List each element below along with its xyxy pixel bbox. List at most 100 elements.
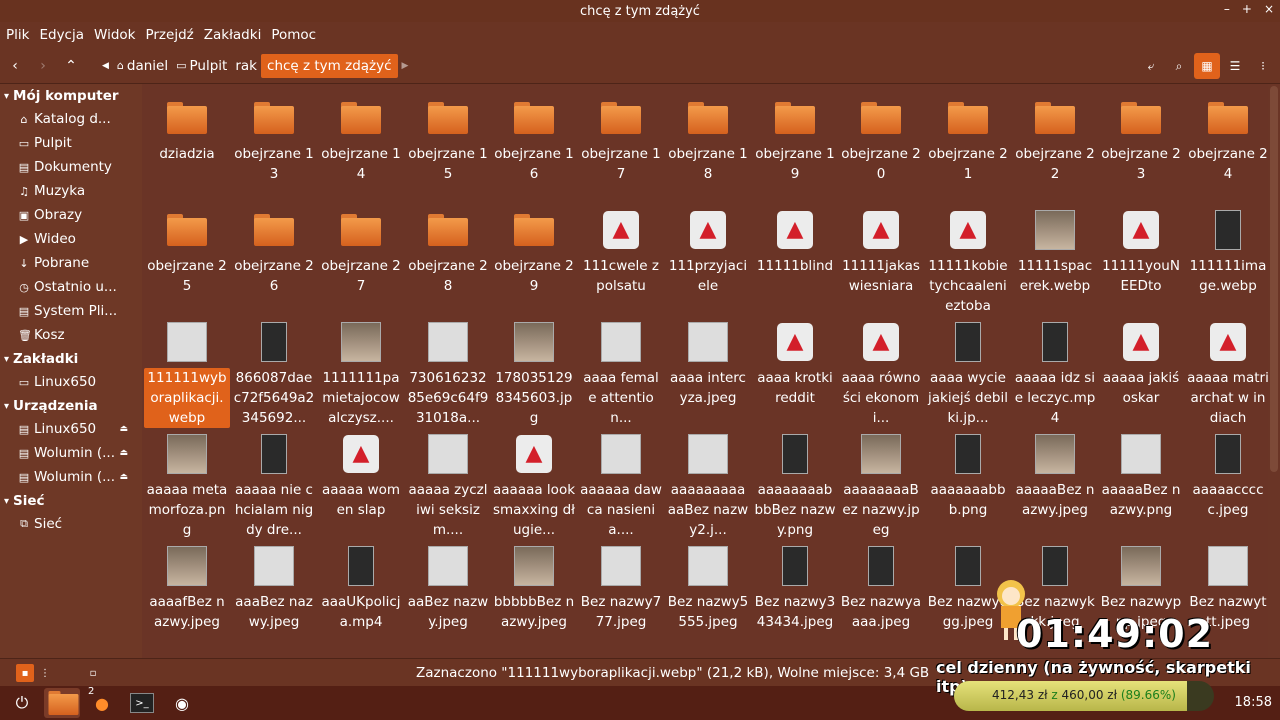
folder-item[interactable]: obejrzane 22	[1012, 92, 1098, 200]
sidebar-item[interactable]: ▭ Linux650	[0, 370, 142, 394]
file-item[interactable]: bbbbbBez nazwy.jpeg	[491, 540, 577, 648]
sidebar-item[interactable]: ⧉ Sieć	[0, 512, 142, 536]
folder-item[interactable]: obejrzane 28	[405, 204, 491, 312]
file-item[interactable]: ▲ aaaaa matriarchat w indiach	[1185, 316, 1268, 426]
file-item[interactable]: aaaa intercyza.jpeg	[665, 316, 751, 424]
file-item[interactable]: ▲ 11111jakaswiesniara	[838, 204, 924, 312]
file-item[interactable]: aaaaa idz sie leczyc.mp4	[1012, 316, 1098, 426]
sidebar-item[interactable]: ▤ Linux650 ⏏	[0, 417, 142, 441]
file-item[interactable]: 1780351298345603.jpg	[491, 316, 577, 426]
sidebar-item[interactable]: ↓ Pobrane	[0, 251, 142, 275]
file-item[interactable]: aaaaa zyczliwi seksizm....	[405, 428, 491, 538]
folder-item[interactable]: obejrzane 18	[665, 92, 751, 200]
sidebar-item[interactable]: 🗑 Kosz	[0, 323, 142, 347]
sidebar-item[interactable]: ▤ Wolumin (... ⏏	[0, 465, 142, 489]
menu-file[interactable]: Plik	[6, 27, 29, 43]
sidebar-item[interactable]: ♫ Muzyka	[0, 179, 142, 203]
taskbar-terminal[interactable]: >_	[124, 688, 160, 718]
file-item[interactable]: 11111spacerek.webp	[1012, 204, 1098, 312]
eject-icon[interactable]: ⏏	[119, 448, 128, 458]
eject-icon[interactable]: ⏏	[119, 472, 128, 482]
folder-item[interactable]: obejrzane 24	[1185, 92, 1268, 200]
compact-view-button[interactable]: ⁝	[1250, 53, 1276, 79]
menu-go[interactable]: Przejdź	[145, 27, 193, 43]
file-item[interactable]: ▲ aaaaa women slap	[318, 428, 404, 536]
taskbar-obs[interactable]: ◉	[164, 688, 200, 718]
file-item[interactable]: aaaBez nazwy.jpeg	[231, 540, 317, 648]
expand-arrow-icon[interactable]: ▾	[4, 91, 9, 102]
breadcrumb-current[interactable]: chcę z tym zdążyć	[261, 53, 398, 78]
folder-item[interactable]: obejrzane 15	[405, 92, 491, 200]
menu-button[interactable]: ⏻	[4, 688, 40, 718]
eject-icon[interactable]: ⏏	[119, 424, 128, 434]
folder-item[interactable]: obejrzane 26	[231, 204, 317, 312]
folder-item[interactable]: obejrzane 25	[144, 204, 230, 312]
folder-item[interactable]: obejrzane 27	[318, 204, 404, 312]
breadcrumb-right-arrow-icon[interactable]: ▶	[402, 61, 409, 71]
folder-item[interactable]: dziadzia	[144, 92, 230, 200]
sidebar-item[interactable]: ⌂ Katalog d...	[0, 107, 142, 131]
taskbar-file-manager[interactable]	[44, 688, 80, 718]
folder-item[interactable]: obejrzane 23	[1098, 92, 1184, 200]
close-icon[interactable]: ×	[1264, 2, 1274, 16]
file-item[interactable]: ▲ aaaa równości ekonomi...	[838, 316, 924, 426]
file-item[interactable]: 1111111pamietajocowalczysz....	[318, 316, 404, 426]
maximize-icon[interactable]: +	[1242, 2, 1252, 16]
folder-item[interactable]: obejrzane 16	[491, 92, 577, 200]
sidebar-section-header[interactable]: ▾ Mój komputer	[0, 85, 142, 107]
file-item[interactable]: aaaaaaabbb.png	[925, 428, 1011, 536]
menu-view[interactable]: Widok	[94, 27, 135, 43]
file-item[interactable]: Bez nazwy777.jpeg	[578, 540, 664, 648]
sidebar-item[interactable]: ▣ Obrazy	[0, 203, 142, 227]
menu-help[interactable]: Pomoc	[271, 27, 316, 43]
sidebar-hide-button[interactable]: ▫	[84, 664, 102, 682]
icon-view-button[interactable]: ▦	[1194, 53, 1220, 79]
sidebar-item[interactable]: ▭ Pulpit	[0, 131, 142, 155]
file-item[interactable]: ▲ aaaaaa looksmaxxing długie...	[491, 428, 577, 538]
file-item[interactable]: aaaa female attention...	[578, 316, 664, 426]
search-button[interactable]: ⌕	[1166, 53, 1192, 79]
sidebar-item[interactable]: ◷ Ostatnio u...	[0, 275, 142, 299]
file-item[interactable]: Bez nazwy343434.jpeg	[752, 540, 838, 648]
file-item[interactable]: aaaUKpolicja.mp4	[318, 540, 404, 648]
folder-item[interactable]: obejrzane 19	[752, 92, 838, 200]
folder-item[interactable]: obejrzane 20	[838, 92, 924, 200]
file-item[interactable]: aaaaaaaaaaaBez nazwy2.j...	[665, 428, 751, 538]
file-item[interactable]: ▲ 11111blind	[752, 204, 838, 312]
file-item[interactable]: aaaaa metamorfoza.png	[144, 428, 230, 538]
file-item[interactable]: 111111image.webp	[1185, 204, 1268, 312]
file-item[interactable]: aaBez nazwy.jpeg	[405, 540, 491, 648]
up-button[interactable]: ⌃	[58, 53, 84, 79]
file-item[interactable]: ▲ 11111youNEEDto	[1098, 204, 1184, 312]
sidebar-section-header[interactable]: ▾ Sieć	[0, 490, 142, 512]
folder-item[interactable]: obejrzane 29	[491, 204, 577, 312]
list-view-button[interactable]: ☰	[1222, 53, 1248, 79]
folder-item[interactable]: obejrzane 14	[318, 92, 404, 200]
file-item[interactable]: aaaaaccccc.jpeg	[1185, 428, 1268, 536]
file-item[interactable]: aaaaaBez nazwy.jpeg	[1012, 428, 1098, 536]
tree-toggle-button[interactable]: ⋮	[36, 664, 54, 682]
file-item[interactable]: 111111wyboraplikacji.webp	[144, 316, 230, 428]
folder-item[interactable]: obejrzane 13	[231, 92, 317, 200]
file-item[interactable]: Bez nazwyaaaa.jpeg	[838, 540, 924, 648]
file-item[interactable]: Bez nazwy5555.jpeg	[665, 540, 751, 648]
file-item[interactable]: aaaafBez nazwy.jpeg	[144, 540, 230, 648]
file-item[interactable]: ▲ aaaaa jakiś oskar	[1098, 316, 1184, 424]
file-item[interactable]: aaaa wycie jakiejś debilki.jp...	[925, 316, 1011, 426]
expand-arrow-icon[interactable]: ▾	[4, 354, 9, 365]
file-item[interactable]: aaaaa nie chcialam nigdy dre...	[231, 428, 317, 538]
menu-edit[interactable]: Edycja	[39, 27, 84, 43]
folder-item[interactable]: obejrzane 17	[578, 92, 664, 200]
file-item[interactable]: ▲ 111przyjaciele	[665, 204, 751, 312]
sidebar-item[interactable]: ▶ Wideo	[0, 227, 142, 251]
sidebar-item[interactable]: ▤ Wolumin (... ⏏	[0, 441, 142, 465]
back-button[interactable]: ‹	[2, 53, 28, 79]
expand-arrow-icon[interactable]: ▾	[4, 496, 9, 507]
folder-item[interactable]: obejrzane 21	[925, 92, 1011, 200]
file-item[interactable]: 866087daec72f5649a2345692...	[231, 316, 317, 426]
sidebar-item[interactable]: ▤ Dokumenty	[0, 155, 142, 179]
expand-arrow-icon[interactable]: ▾	[4, 401, 9, 412]
file-item[interactable]: ▲ aaaa krotki reddit	[752, 316, 838, 424]
places-toggle-button[interactable]: ▪	[16, 664, 34, 682]
breadcrumb-left-arrow-icon[interactable]: ◀	[102, 61, 109, 71]
